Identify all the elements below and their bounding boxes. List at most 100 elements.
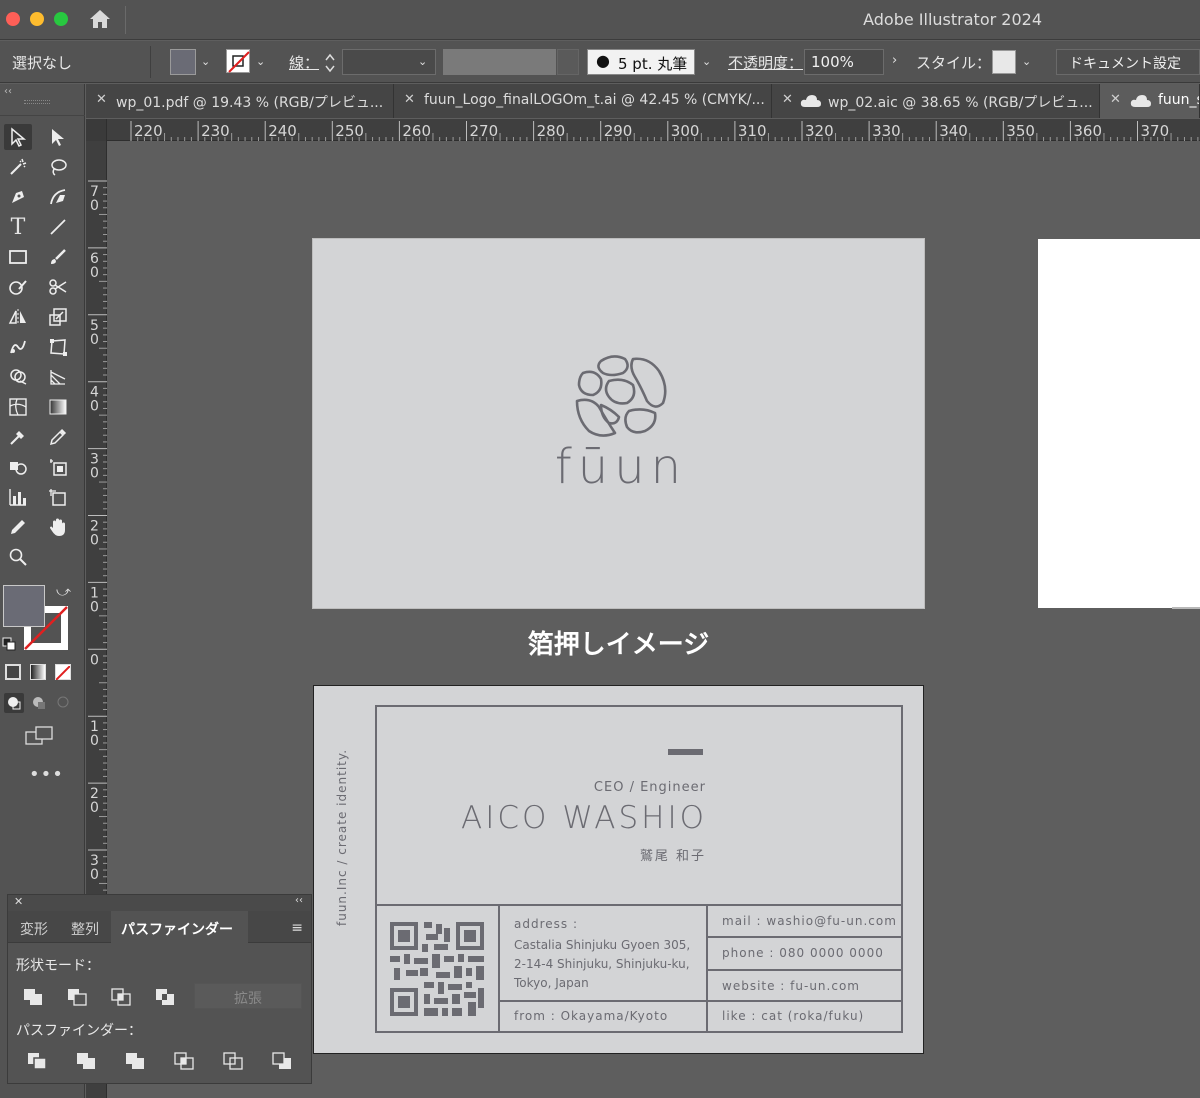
- hand-tool-icon[interactable]: [44, 514, 72, 540]
- variable-width-profile[interactable]: [443, 49, 556, 75]
- gradient-mode-icon[interactable]: [30, 664, 46, 680]
- ruler-label: 0: [90, 800, 99, 816]
- accent-bar: [668, 749, 703, 755]
- stroke-label[interactable]: 線：: [289, 52, 319, 73]
- minus-back-icon[interactable]: [271, 1051, 293, 1071]
- opacity-chevron-icon[interactable]: ›: [892, 53, 897, 68]
- brush-definition[interactable]: ● 5 pt. 丸筆: [587, 49, 695, 75]
- stroke-dropdown-chevron-icon[interactable]: ⌄: [256, 55, 265, 68]
- expand-button[interactable]: 拡張: [194, 983, 302, 1009]
- grid-line: [706, 969, 903, 971]
- paintbrush-tool-icon[interactable]: [44, 244, 72, 270]
- graphic-style-swatch[interactable]: [992, 50, 1016, 74]
- outline-icon[interactable]: [222, 1051, 244, 1071]
- tab-wp-02[interactable]: ✕ wp_02.aic @ 38.65 % (RGB/プレビュ...: [772, 84, 1100, 118]
- screen-mode-icon[interactable]: [24, 724, 56, 748]
- live-paint-tool-icon[interactable]: [44, 454, 72, 480]
- stroke-weight-stepper[interactable]: [322, 51, 338, 75]
- draw-normal-icon[interactable]: [4, 693, 24, 713]
- scissors-tool-icon[interactable]: [44, 274, 72, 300]
- adjacent-artboard[interactable]: [1038, 239, 1200, 608]
- close-tab-icon[interactable]: ✕: [1110, 92, 1121, 107]
- crop-icon[interactable]: [173, 1051, 195, 1071]
- front-card-artboard[interactable]: fūun: [313, 239, 924, 608]
- magic-wand-tool-icon[interactable]: [4, 154, 32, 180]
- style-chevron-icon[interactable]: ⌄: [1022, 55, 1031, 68]
- back-card-artboard[interactable]: fuun.Inc / create identity. CEO / Engine…: [313, 685, 924, 1054]
- home-icon[interactable]: [88, 8, 112, 30]
- scale-tool-icon[interactable]: [44, 304, 72, 330]
- zoom-tool-icon[interactable]: [4, 544, 32, 570]
- title-bar: Adobe Illustrator 2024: [0, 0, 1200, 40]
- close-tab-icon[interactable]: ✕: [782, 92, 793, 107]
- curvature-tool-icon[interactable]: [44, 184, 72, 210]
- free-transform-tool-icon[interactable]: [44, 334, 72, 360]
- artboard-tool-icon[interactable]: [44, 484, 72, 510]
- tab-wp-01[interactable]: ✕ wp_01.pdf @ 19.43 % (RGB/プレビュ...: [86, 84, 394, 118]
- grid-line: [706, 936, 903, 938]
- draw-behind-icon[interactable]: [29, 693, 49, 713]
- type-tool-icon[interactable]: T: [4, 214, 32, 240]
- close-tab-icon[interactable]: ✕: [404, 92, 415, 107]
- eyedropper-tool-icon[interactable]: [44, 424, 72, 450]
- tab-align[interactable]: 整列: [71, 919, 99, 939]
- tab-fuun-active[interactable]: ✕ fuun_s: [1100, 84, 1200, 118]
- panel-header[interactable]: ✕ ‹‹: [8, 895, 311, 911]
- draw-inside-icon[interactable]: [54, 693, 74, 713]
- shaper-tool-icon[interactable]: [4, 274, 32, 300]
- tab-transform[interactable]: 変形: [20, 919, 48, 939]
- selection-tool-icon[interactable]: [4, 124, 32, 150]
- brush-chevron-icon[interactable]: ⌄: [702, 55, 711, 68]
- tab-fuun-logo[interactable]: ✕ fuun_Logo_finalLOGOm_t.ai @ 42.45 % (C…: [394, 84, 772, 118]
- perspective-grid-tool-icon[interactable]: [44, 364, 72, 390]
- gradient-tool-icon[interactable]: [44, 394, 72, 420]
- collapse-panel-icon[interactable]: ‹‹: [4, 86, 12, 97]
- divide-icon[interactable]: [26, 1051, 48, 1071]
- default-fill-stroke-icon[interactable]: [2, 636, 16, 651]
- opacity-label[interactable]: 不透明度：: [728, 52, 803, 73]
- profile-dropdown[interactable]: [557, 49, 579, 75]
- lasso-tool-icon[interactable]: [44, 154, 72, 180]
- ruler-label: 350: [1006, 122, 1035, 140]
- column-graph-tool-icon[interactable]: [4, 484, 32, 510]
- stroke-weight-chevron-icon[interactable]: ⌄: [418, 55, 427, 68]
- swap-fill-stroke-icon[interactable]: ⤻: [56, 584, 71, 600]
- pencil-tool-icon[interactable]: [4, 514, 32, 540]
- document-setup-button[interactable]: ドキュメント設定: [1056, 49, 1200, 75]
- tab-pathfinder[interactable]: パスファインダー: [111, 911, 248, 943]
- fill-dropdown-chevron-icon[interactable]: ⌄: [201, 55, 210, 68]
- direct-selection-tool-icon[interactable]: [44, 124, 72, 150]
- fill-swatch-front[interactable]: [3, 585, 45, 627]
- line-segment-tool-icon[interactable]: [44, 214, 72, 240]
- warp-tool-icon[interactable]: [4, 334, 32, 360]
- zoom-window-button[interactable]: [54, 12, 68, 26]
- panel-menu-icon[interactable]: ≡: [291, 920, 303, 936]
- close-tab-icon[interactable]: ✕: [96, 92, 107, 107]
- pen-tool-icon[interactable]: [4, 184, 32, 210]
- reflect-tool-icon[interactable]: [4, 304, 32, 330]
- merge-icon[interactable]: [124, 1051, 146, 1071]
- rectangle-tool-icon[interactable]: [4, 244, 32, 270]
- fill-color-swatch[interactable]: [170, 49, 196, 75]
- symbol-sprayer-tool-icon[interactable]: [4, 454, 32, 480]
- none-mode-icon[interactable]: [55, 664, 71, 681]
- collapse-panel-icon[interactable]: ‹‹: [295, 895, 303, 906]
- minimize-window-button[interactable]: [30, 12, 44, 26]
- horizontal-ruler[interactable]: 220 230 240 250 260 270 280 290 300 310 320 330 340 3…: [86, 119, 1200, 141]
- opacity-input[interactable]: 100%: [804, 49, 884, 75]
- shape-builder-tool-icon[interactable]: [4, 364, 32, 390]
- close-panel-icon[interactable]: ✕: [14, 895, 23, 908]
- exclude-icon[interactable]: [154, 987, 176, 1007]
- trim-icon[interactable]: [75, 1051, 97, 1071]
- panel-grip[interactable]: [24, 100, 50, 104]
- mesh-tool-icon[interactable]: [4, 394, 32, 420]
- more-tools-icon[interactable]: •••: [29, 764, 64, 785]
- unite-icon[interactable]: [22, 987, 44, 1007]
- website-text: website : fu-un.com: [722, 979, 860, 993]
- stroke-color-swatch[interactable]: [226, 49, 250, 73]
- minus-front-icon[interactable]: [66, 987, 88, 1007]
- intersect-icon[interactable]: [110, 987, 132, 1007]
- eyedropper-blend-tool-icon[interactable]: [4, 424, 32, 450]
- color-mode-icon[interactable]: [5, 664, 21, 680]
- close-window-button[interactable]: [6, 12, 20, 26]
